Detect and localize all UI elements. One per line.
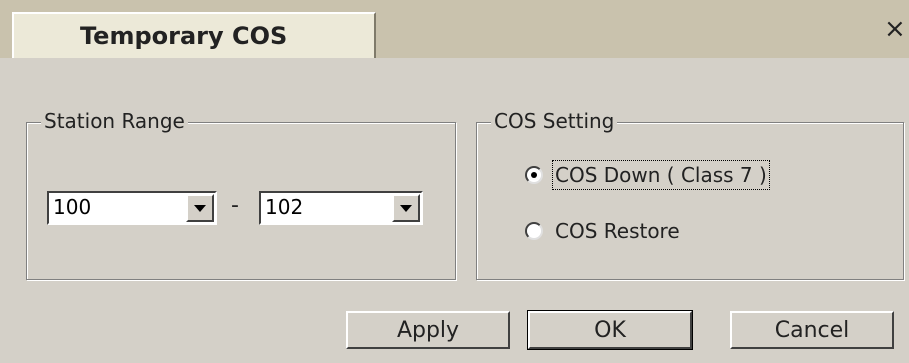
cos-setting-group: COS Setting COS Down ( Class 7 ) COS Res… [476, 109, 904, 280]
tab-temporary-cos[interactable]: Temporary COS [12, 12, 376, 58]
radio-cos-restore[interactable]: COS Restore [525, 219, 680, 243]
station-to-dropdown-button[interactable] [392, 194, 420, 222]
station-to-combo[interactable]: 102 [259, 191, 423, 225]
ok-button[interactable]: OK [527, 310, 693, 350]
chevron-down-icon [400, 204, 412, 212]
range-separator: - [231, 193, 239, 218]
radio-cos-down[interactable]: COS Down ( Class 7 ) [525, 160, 770, 190]
dialog-client: Station Range 100 - 102 COS Setting COS … [0, 58, 909, 363]
radio-label-cos-down: COS Down ( Class 7 ) [552, 160, 770, 190]
close-icon[interactable]: × [884, 16, 906, 42]
tab-title: Temporary COS [80, 22, 288, 50]
tab-strip: Temporary COS × [0, 0, 909, 58]
cos-setting-label: COS Setting [491, 109, 618, 133]
station-range-label: Station Range [41, 109, 188, 133]
station-from-combo[interactable]: 100 [47, 191, 217, 225]
station-range-group: Station Range 100 - 102 [26, 109, 456, 280]
radio-button-unchecked[interactable] [525, 222, 543, 240]
radio-label-cos-restore: COS Restore [555, 219, 680, 243]
cancel-button[interactable]: Cancel [730, 311, 894, 349]
station-to-value: 102 [265, 195, 304, 219]
chevron-down-icon [194, 204, 206, 212]
radio-button-checked[interactable] [525, 166, 543, 184]
apply-button[interactable]: Apply [346, 311, 510, 349]
station-from-dropdown-button[interactable] [186, 194, 214, 222]
station-from-value: 100 [53, 195, 92, 219]
